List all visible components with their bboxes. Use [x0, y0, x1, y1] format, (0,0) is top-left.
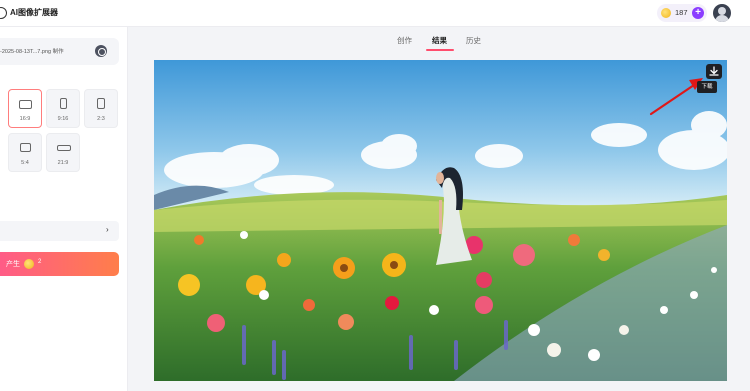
annotation-arrow-icon: [649, 78, 703, 116]
download-icon: [709, 66, 719, 76]
download-tooltip: 下载: [697, 81, 717, 93]
download-button[interactable]: [706, 64, 722, 79]
